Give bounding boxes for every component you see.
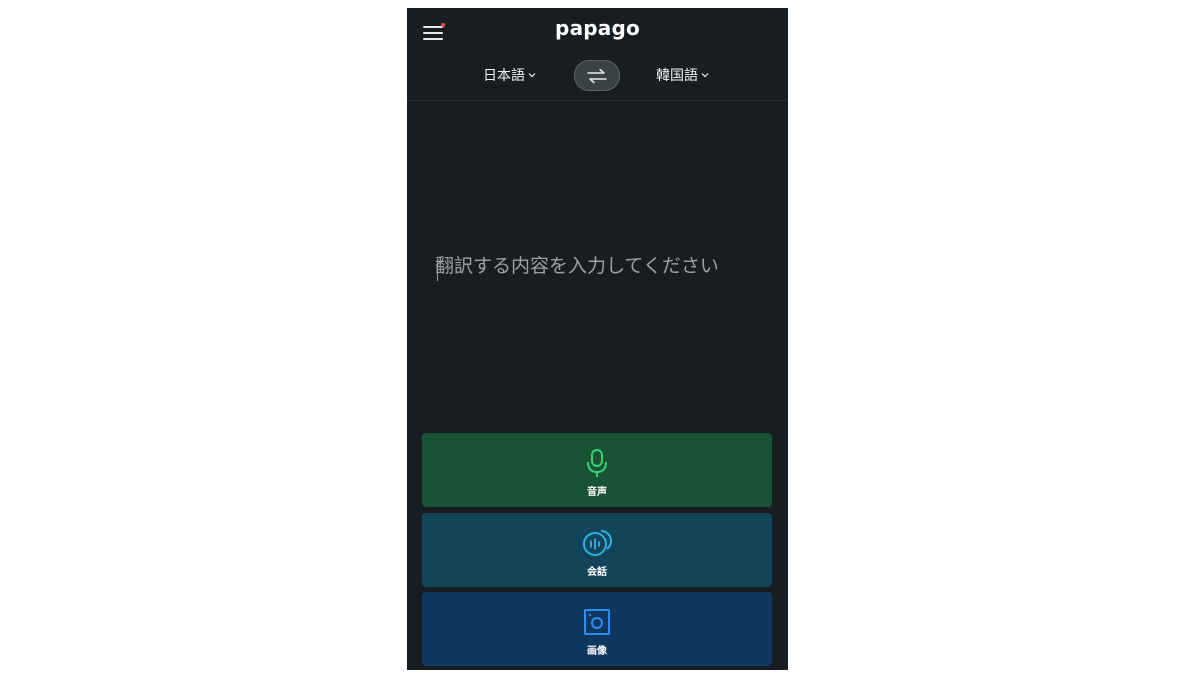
source-language-selector[interactable]: 日本語 [483,65,536,85]
voice-mode-button[interactable]: 音声 [422,433,772,507]
text-caret [437,259,438,281]
conversation-icon [583,530,613,556]
conversation-mode-label: 会話 [587,567,607,578]
target-language-selector[interactable]: 韓国語 [656,65,709,85]
swap-icon [587,68,607,83]
translation-input[interactable] [435,251,765,281]
header: papago 日本語 韓国語 [407,8,788,101]
translation-input-area[interactable] [407,101,788,431]
source-language-label: 日本語 [483,68,525,84]
camera-icon [584,609,610,635]
image-mode-button[interactable]: 画像 [422,592,772,666]
chevron-down-icon [528,73,536,78]
conversation-mode-button[interactable]: 会話 [422,513,772,587]
chevron-down-icon [701,73,709,78]
swap-languages-button[interactable] [574,60,620,91]
microphone-icon [587,449,607,477]
app-screen: papago 日本語 韓国語 音声 [407,8,788,670]
image-mode-label: 画像 [587,646,607,657]
app-logo: papago [555,16,640,40]
voice-mode-label: 音声 [587,487,607,498]
target-language-label: 韓国語 [656,68,698,84]
